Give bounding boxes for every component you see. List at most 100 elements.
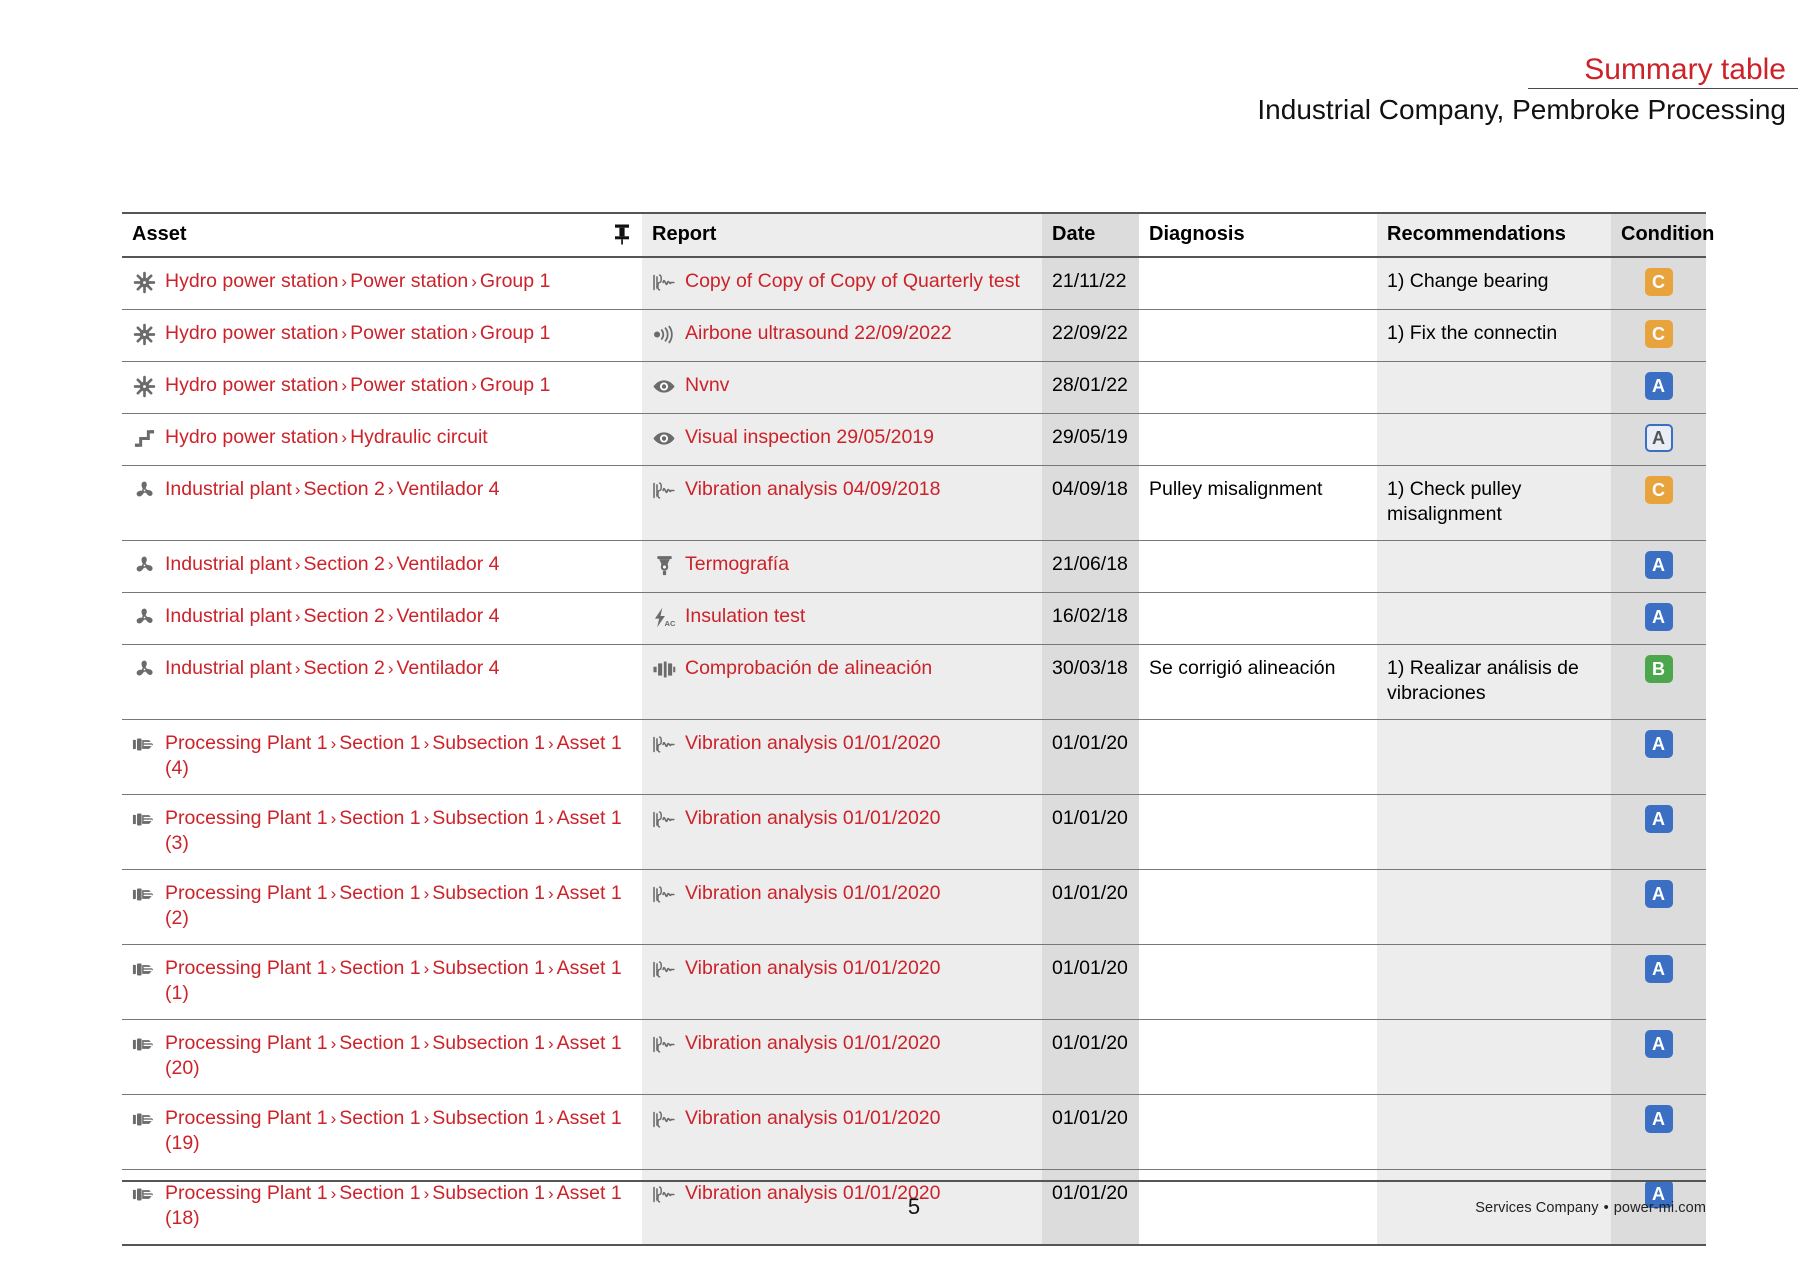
breadcrumb-segment[interactable]: Section 1 <box>339 807 420 829</box>
breadcrumb-segment[interactable]: Section 2 <box>304 657 385 679</box>
breadcrumb-segment[interactable]: Hydraulic circuit <box>350 426 488 448</box>
report-link[interactable]: Visual inspection 29/05/2019 <box>685 425 1032 450</box>
breadcrumb-segment[interactable]: Section 1 <box>339 1032 420 1054</box>
report-cell[interactable]: Vibration analysis 01/01/2020 <box>642 944 1042 1020</box>
breadcrumb-segment[interactable]: Processing Plant 1 <box>165 957 328 979</box>
breadcrumb-segment[interactable]: Power station <box>350 270 468 292</box>
report-link[interactable]: Vibration analysis 01/01/2020 <box>685 731 1032 756</box>
asset-cell[interactable]: Processing Plant 1 › Section 1 › Subsection … <box>122 1019 642 1095</box>
breadcrumb-segment[interactable]: Subsection 1 <box>432 1032 545 1054</box>
breadcrumb-segment[interactable]: Hydro power station <box>165 270 338 292</box>
table-row[interactable]: Processing Plant 1 › Section 1 › Subsection … <box>122 944 1706 1020</box>
breadcrumb-segment[interactable]: Subsection 1 <box>432 882 545 904</box>
asset-cell[interactable]: Hydro power station › Power station › Group … <box>122 361 642 414</box>
asset-cell[interactable]: Industrial plant › Section 2 › Ventilador 4 <box>122 540 642 593</box>
breadcrumb-segment[interactable]: Processing Plant 1 <box>165 1032 328 1054</box>
table-row[interactable]: Industrial plant › Section 2 › Ventilador 4 … <box>122 465 1706 541</box>
breadcrumb-segment[interactable]: Ventilador 4 <box>396 553 499 575</box>
breadcrumb-segment[interactable]: Section 2 <box>304 553 385 575</box>
table-row[interactable]: Hydro power station › Power station › Group … <box>122 361 1706 414</box>
table-row[interactable]: Hydro power station › Hydraulic circuit Vi… <box>122 413 1706 466</box>
report-cell[interactable]: Vibration analysis 01/01/2020 <box>642 719 1042 795</box>
column-header-date[interactable]: Date <box>1042 212 1139 258</box>
report-cell[interactable]: Vibration analysis 01/01/2020 <box>642 1094 1042 1170</box>
column-header-diagnosis[interactable]: Diagnosis <box>1139 212 1377 258</box>
breadcrumb-segment[interactable]: Processing Plant 1 <box>165 807 328 829</box>
table-row[interactable]: Processing Plant 1 › Section 1 › Subsection … <box>122 1019 1706 1095</box>
table-row[interactable]: Processing Plant 1 › Section 1 › Subsection … <box>122 869 1706 945</box>
breadcrumb-segment[interactable]: Section 2 <box>304 605 385 627</box>
table-row[interactable]: Processing Plant 1 › Section 1 › Subsection … <box>122 719 1706 795</box>
asset-cell[interactable]: Hydro power station › Power station › Group … <box>122 257 642 310</box>
report-cell[interactable]: Vibration analysis 01/01/2020 <box>642 794 1042 870</box>
report-cell[interactable]: Vibration analysis 01/01/2020 <box>642 1019 1042 1095</box>
asset-cell[interactable]: Processing Plant 1 › Section 1 › Subsection … <box>122 1094 642 1170</box>
report-cell[interactable]: Termografía <box>642 540 1042 593</box>
breadcrumb-segment[interactable]: Power station <box>350 374 468 396</box>
breadcrumb-segment[interactable]: Subsection 1 <box>432 807 545 829</box>
breadcrumb-segment[interactable]: Section 1 <box>339 732 420 754</box>
report-cell[interactable]: Comprobación de alineación <box>642 644 1042 720</box>
report-cell[interactable]: Vibration analysis 04/09/2018 <box>642 465 1042 541</box>
report-cell[interactable]: Airbone ultrasound 22/09/2022 <box>642 309 1042 362</box>
report-link[interactable]: Vibration analysis 01/01/2020 <box>685 1031 1032 1056</box>
asset-cell[interactable]: Industrial plant › Section 2 › Ventilador 4 <box>122 592 642 645</box>
report-link[interactable]: Vibration analysis 04/09/2018 <box>685 477 1032 502</box>
table-row[interactable]: Industrial plant › Section 2 › Ventilador 4 … <box>122 540 1706 593</box>
asset-cell[interactable]: Processing Plant 1 › Section 1 › Subsection … <box>122 719 642 795</box>
breadcrumb-segment[interactable]: Ventilador 4 <box>396 605 499 627</box>
table-row[interactable]: Hydro power station › Power station › Group … <box>122 309 1706 362</box>
column-header-recommendations[interactable]: Recommendations <box>1377 212 1611 258</box>
breadcrumb-segment[interactable]: Ventilador 4 <box>396 657 499 679</box>
table-row[interactable]: Industrial plant › Section 2 › Ventilador 4 … <box>122 592 1706 645</box>
breadcrumb-segment[interactable]: Section 1 <box>339 882 420 904</box>
column-header-condition[interactable]: Condition <box>1611 212 1714 258</box>
column-header-report[interactable]: Report <box>642 212 1042 258</box>
report-cell[interactable]: AC Insulation test <box>642 592 1042 645</box>
breadcrumb-segment[interactable]: Processing Plant 1 <box>165 1107 328 1129</box>
report-link[interactable]: Nvnv <box>685 373 1032 398</box>
asset-cell[interactable]: Industrial plant › Section 2 › Ventilador 4 <box>122 644 642 720</box>
report-link[interactable]: Termografía <box>685 552 1032 577</box>
asset-cell[interactable]: Processing Plant 1 › Section 1 › Subsection … <box>122 944 642 1020</box>
table-row[interactable]: Hydro power station › Power station › Group … <box>122 257 1706 310</box>
report-cell[interactable]: Vibration analysis 01/01/2020 <box>642 869 1042 945</box>
report-cell[interactable]: Nvnv <box>642 361 1042 414</box>
breadcrumb-segment[interactable]: Processing Plant 1 <box>165 732 328 754</box>
breadcrumb-segment[interactable]: Industrial plant <box>165 478 292 500</box>
breadcrumb-segment[interactable]: Subsection 1 <box>432 1107 545 1129</box>
report-link[interactable]: Vibration analysis 01/01/2020 <box>685 1106 1032 1131</box>
breadcrumb-segment[interactable]: Subsection 1 <box>432 732 545 754</box>
breadcrumb-segment[interactable]: Section 2 <box>304 478 385 500</box>
table-row[interactable]: Processing Plant 1 › Section 1 › Subsection … <box>122 1094 1706 1170</box>
breadcrumb-segment[interactable]: Section 1 <box>339 957 420 979</box>
breadcrumb-segment[interactable]: Group 1 <box>480 270 550 292</box>
breadcrumb-segment[interactable]: Power station <box>350 322 468 344</box>
asset-cell[interactable]: Industrial plant › Section 2 › Ventilador 4 <box>122 465 642 541</box>
breadcrumb-segment[interactable]: Hydro power station <box>165 426 338 448</box>
asset-cell[interactable]: Hydro power station › Power station › Group … <box>122 309 642 362</box>
breadcrumb-segment[interactable]: Group 1 <box>480 374 550 396</box>
column-header-asset[interactable]: Asset <box>122 212 642 258</box>
breadcrumb-segment[interactable]: Industrial plant <box>165 657 292 679</box>
report-cell[interactable]: Copy of Copy of Copy of Quarterly test <box>642 257 1042 310</box>
breadcrumb-segment[interactable]: Group 1 <box>480 322 550 344</box>
breadcrumb-segment[interactable]: Industrial plant <box>165 553 292 575</box>
breadcrumb-segment[interactable]: Section 1 <box>339 1107 420 1129</box>
asset-cell[interactable]: Hydro power station › Hydraulic circuit <box>122 413 642 466</box>
report-link[interactable]: Vibration analysis 01/01/2020 <box>685 956 1032 981</box>
pin-icon[interactable] <box>612 222 632 246</box>
table-row[interactable]: Industrial plant › Section 2 › Ventilador 4 … <box>122 644 1706 720</box>
report-cell[interactable]: Visual inspection 29/05/2019 <box>642 413 1042 466</box>
breadcrumb-segment[interactable]: Hydro power station <box>165 374 338 396</box>
asset-cell[interactable]: Processing Plant 1 › Section 1 › Subsection … <box>122 794 642 870</box>
report-link[interactable]: Vibration analysis 01/01/2020 <box>685 881 1032 906</box>
footer-site[interactable]: power-mi.com <box>1614 1200 1706 1216</box>
breadcrumb-segment[interactable]: Hydro power station <box>165 322 338 344</box>
report-link[interactable]: Copy of Copy of Copy of Quarterly test <box>685 269 1032 294</box>
breadcrumb-segment[interactable]: Industrial plant <box>165 605 292 627</box>
breadcrumb-segment[interactable]: Ventilador 4 <box>396 478 499 500</box>
report-link[interactable]: Airbone ultrasound 22/09/2022 <box>685 321 1032 346</box>
report-link[interactable]: Vibration analysis 01/01/2020 <box>685 806 1032 831</box>
asset-cell[interactable]: Processing Plant 1 › Section 1 › Subsection … <box>122 869 642 945</box>
